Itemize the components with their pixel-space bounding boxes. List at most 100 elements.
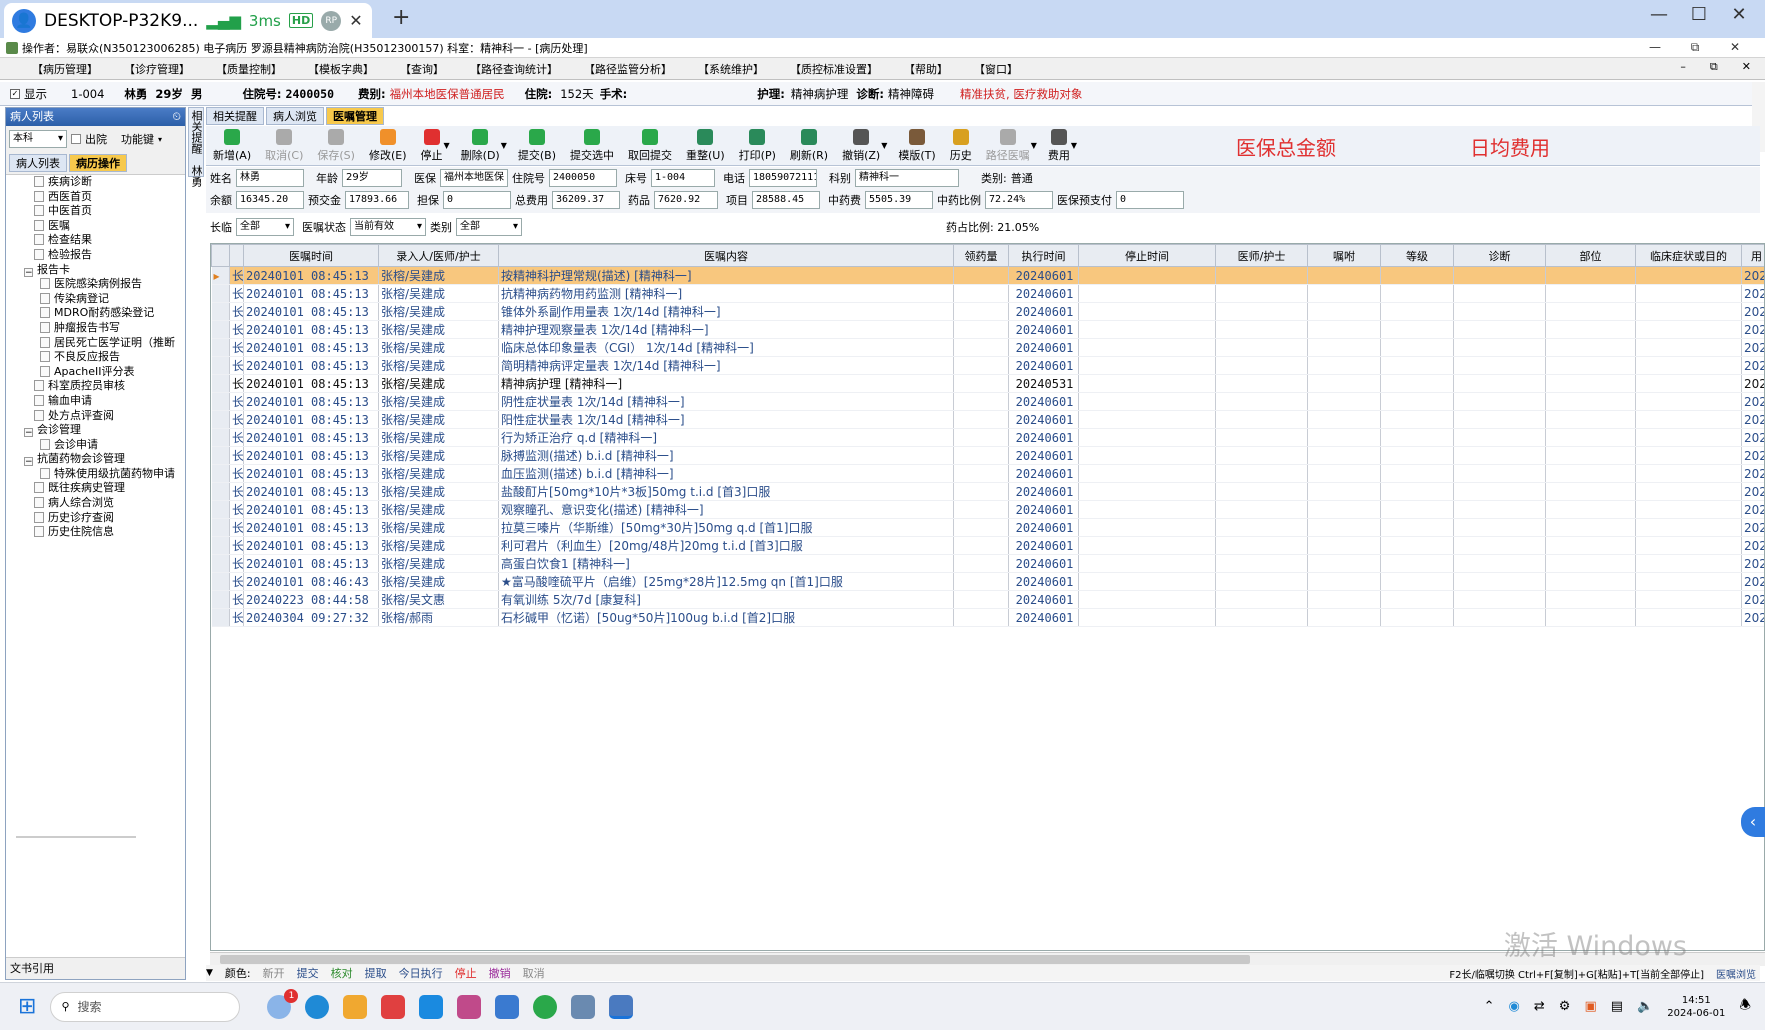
order-row[interactable]: 长 20240101 08:45:13 张榕/吴建成 观察瞳孔、意识变化(描述) [精… [211, 500, 1764, 519]
app-red-icon[interactable] [381, 994, 406, 1019]
menu-item[interactable]: 【诊疗管理】 [116, 61, 198, 77]
tray-settings-icon[interactable]: ⚙ [1559, 999, 1571, 1014]
show-checkbox[interactable]: ✓ [10, 88, 20, 99]
grid-column-header[interactable]: 部位 [1545, 244, 1636, 267]
order-row[interactable]: 长 20240223 08:44:58 张榕/吴文惠 有氧训练 5次/7d [康复科]… [211, 590, 1764, 609]
menu-item[interactable]: 【模板字典】 [300, 61, 382, 77]
grid-column-header[interactable]: 临床症状或目的 [1635, 244, 1742, 267]
menu-item[interactable]: 【病历管理】 [24, 61, 106, 77]
row-selector[interactable] [211, 572, 230, 591]
order-row[interactable]: 长 20240101 08:45:13 张榕/吴建成 脉搏监测(描述) b.i.d [… [211, 446, 1764, 465]
order-type-select[interactable]: 全部 ▾ [236, 218, 294, 236]
menu-item[interactable]: 【查询】 [392, 61, 452, 77]
tree-item[interactable]: − 报告卡 [24, 263, 185, 278]
tree-item[interactable]: 疾病诊断 [24, 175, 185, 190]
collapse-icon[interactable]: ▼ [206, 968, 213, 978]
app-book-icon[interactable] [457, 994, 482, 1019]
tree-item[interactable]: 传染病登记 [24, 292, 185, 307]
toolbar-button[interactable]: 打印(P) [732, 128, 783, 163]
discharged-checkbox[interactable] [71, 134, 81, 144]
edge-icon[interactable] [305, 994, 330, 1019]
category-filter-select[interactable]: 全部 ▾ [456, 218, 522, 236]
close-tab-icon[interactable]: ✕ [349, 11, 362, 30]
file-explorer-icon[interactable] [343, 994, 368, 1019]
tree-item[interactable]: 历史住院信息 [24, 525, 185, 540]
rp-badge[interactable]: RP [321, 10, 342, 31]
row-selector[interactable] [211, 590, 230, 609]
grid-column-header[interactable]: 执行时间 [1008, 244, 1079, 267]
total-cost-field[interactable]: 36209.37 [552, 191, 620, 209]
tree-item[interactable]: ApacheII评分表 [24, 365, 185, 380]
tray-transfer-icon[interactable]: ⇄ [1534, 999, 1545, 1014]
grid-column-header[interactable]: 录入人/医师/护士 [378, 244, 499, 267]
tree-item[interactable]: − 抗菌药物会诊管理 [24, 452, 185, 467]
bed-field[interactable]: 1-004 [651, 169, 715, 187]
new-tab-icon[interactable]: + [392, 5, 410, 30]
order-row[interactable]: 长 20240101 08:45:13 张榕/吴建成 行为矫正治疗 q.d [精神科一… [211, 428, 1764, 447]
toolbar-button[interactable]: 撤销(Z) [835, 128, 887, 163]
prepay-field[interactable]: 17893.66 [345, 191, 409, 209]
toolbar-button[interactable]: 模版(T) [891, 128, 942, 163]
toolbar-button[interactable]: 提交选中 [563, 128, 621, 163]
tree-item[interactable]: 医嘱 [24, 219, 185, 234]
order-status-select[interactable]: 当前有效 ▾ [350, 218, 426, 236]
tab-order-management[interactable]: 医嘱管理 [326, 107, 384, 125]
maximize-icon[interactable]: ☐ [1679, 4, 1719, 25]
row-selector[interactable] [211, 554, 230, 573]
grid-column-header[interactable]: 医嘱时间 [243, 244, 379, 267]
dropdown-arrow-icon[interactable]: ▼ [501, 141, 507, 150]
row-selector[interactable] [211, 410, 230, 429]
dropdown-arrow-icon[interactable]: ▼ [1031, 141, 1037, 150]
order-row[interactable]: 长 20240101 08:45:13 张榕/吴建成 利可君片（利血生）[20mg/4… [211, 536, 1764, 555]
toolbar-button[interactable]: 提交(B) [511, 128, 563, 163]
tree-item[interactable]: 医院感染病例报告 [24, 277, 185, 292]
tree-item[interactable]: 中医首页 [24, 204, 185, 219]
order-row[interactable]: 长 20240101 08:45:13 张榕/吴建成 盐酸酊片[50mg*10片*3板… [211, 482, 1764, 501]
order-row[interactable]: 长 20240101 08:45:13 张榕/吴建成 临床总体印象量表（CGI） 1次… [211, 338, 1764, 357]
row-selector[interactable] [211, 338, 230, 357]
insurance-field[interactable]: 福州本地医保 [440, 169, 508, 187]
grid-column-header[interactable] [229, 244, 244, 267]
order-row[interactable]: 长 20240101 08:45:13 张榕/吴建成 锥体外系副作用量表 1次/14d… [211, 302, 1764, 321]
tree-item[interactable]: − 会诊管理 [24, 423, 185, 438]
emr-app-icon[interactable] [609, 994, 634, 1019]
doctor-app-icon[interactable] [571, 994, 596, 1019]
row-selector[interactable] [211, 374, 230, 393]
row-selector[interactable] [211, 482, 230, 501]
notifications-icon[interactable]: 🕭 [1739, 996, 1751, 1018]
tree-item[interactable]: 会诊申请 [24, 438, 185, 453]
tree-item[interactable]: 西医首页 [24, 190, 185, 205]
tree-item[interactable]: 肿瘤报告书写 [24, 321, 185, 336]
dept-field[interactable]: 精神科一 [855, 169, 959, 187]
tray-volume-icon[interactable]: 🔈 [1637, 999, 1653, 1014]
tray-edge-icon[interactable]: ◉ [1509, 999, 1520, 1014]
phone-field[interactable]: 18059072111 [749, 169, 817, 187]
scroll-thumb[interactable] [220, 955, 1250, 964]
pin-icon[interactable]: ⏲ [172, 108, 181, 126]
tray-clock[interactable]: 14:51 2024-06-01 [1667, 994, 1725, 1020]
toolbar-button[interactable]: 刷新(R) [783, 128, 835, 163]
tcm-ratio-field[interactable]: 72.24% [985, 191, 1053, 209]
tree-item[interactable]: 输血申请 [24, 394, 185, 409]
order-row[interactable]: 长 20240101 08:45:13 张榕/吴建成 高蛋白饮食1 [精神科一] 202… [211, 554, 1764, 573]
windows-start-icon[interactable]: ⊞ [18, 994, 36, 1019]
menu-item[interactable]: 【路径监管分析】 [576, 61, 680, 77]
tree-item[interactable]: 检验报告 [24, 248, 185, 263]
grid-column-header[interactable]: 领药量 [953, 244, 1009, 267]
order-row[interactable]: 长 20240101 08:45:13 张榕/吴建成 精神病护理 [精神科一] 2024… [211, 374, 1764, 393]
insurance-prepay-field[interactable]: 0 [1116, 191, 1184, 209]
app-blue-icon[interactable] [419, 994, 444, 1019]
grid-column-header[interactable]: 嘱咐 [1307, 244, 1381, 267]
row-selector[interactable]: ▸ [211, 266, 230, 285]
hd-badge[interactable]: HD [288, 13, 314, 28]
name-field[interactable]: 林勇 [236, 169, 304, 187]
tab-patient-browse[interactable]: 病人浏览 [266, 107, 324, 125]
app-restore-icon[interactable]: ⧉ [1675, 40, 1715, 55]
tree-item[interactable]: 历史诊疗查阅 [24, 511, 185, 526]
dropdown-arrow-icon[interactable]: ▼ [444, 141, 450, 150]
tray-sogou-icon[interactable]: ▣ [1584, 999, 1596, 1014]
row-selector[interactable] [211, 500, 230, 519]
tab-record-ops[interactable]: 病历操作 [69, 154, 127, 172]
wechat-icon[interactable] [533, 994, 558, 1019]
order-row[interactable]: 长 20240304 09:27:32 张榕/郝雨 石杉碱甲（忆诺）[50ug*50片… [211, 608, 1764, 627]
